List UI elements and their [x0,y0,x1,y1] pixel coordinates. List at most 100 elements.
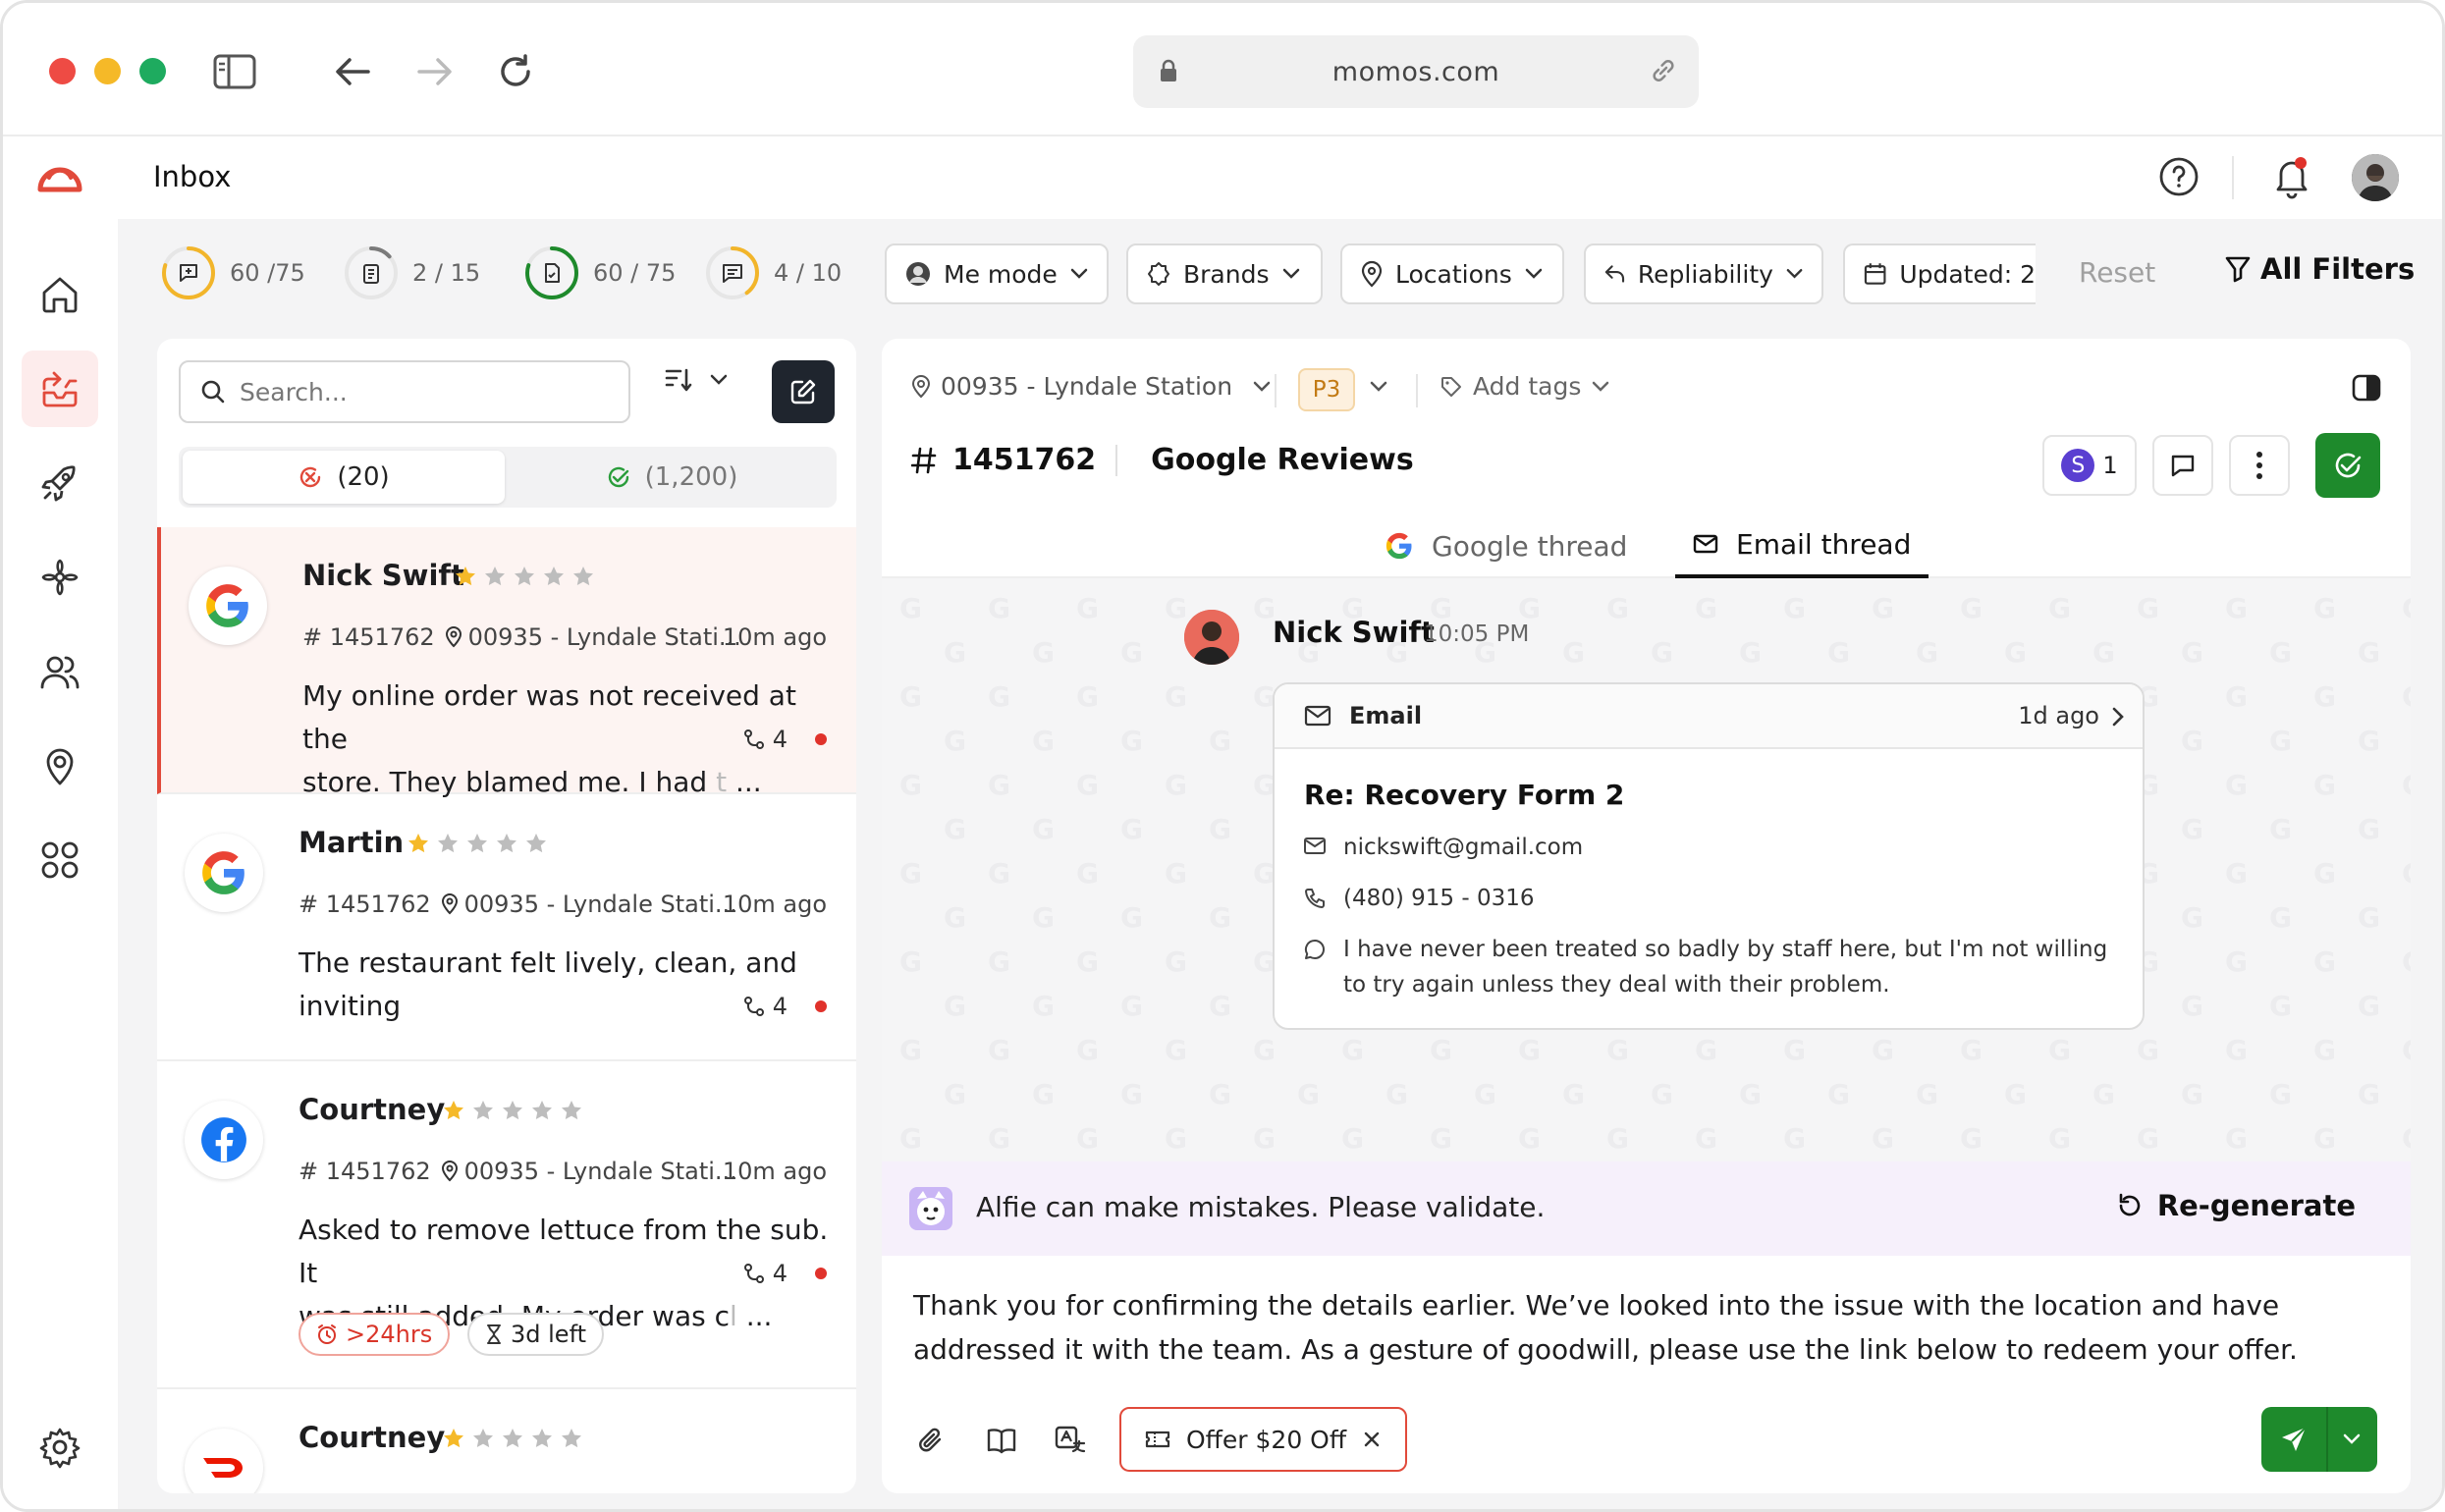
add-tags-button[interactable]: Add tags [1440,372,1610,401]
counter-approved[interactable]: 60 / 75 [524,244,676,301]
priority-badge[interactable]: P3 [1298,368,1355,411]
resolve-button[interactable] [2315,433,2380,498]
star-icon [497,834,516,853]
reload-icon[interactable] [490,46,541,97]
panel-toggle-icon[interactable] [2352,374,2381,402]
chevron-right-icon[interactable] [2111,706,2125,728]
offer-label: Offer $20 Off [1186,1425,1347,1454]
back-arrow-icon[interactable] [327,46,378,97]
chevron-down-icon[interactable] [1369,380,1388,394]
star-icon [456,567,475,586]
location-selector[interactable]: 00935 - Lyndale Station [911,372,1272,401]
counter-drafts[interactable]: 2 / 15 [344,244,480,301]
conversation-card[interactable]: Martin # 1451762 00935 - Lyndale Stati..… [157,794,856,1061]
sidebar-toggle-icon[interactable] [209,46,260,97]
counter-replies[interactable]: 4 / 10 [705,244,842,301]
sidebar-item-users[interactable] [22,633,98,710]
tab-google-thread[interactable]: Google thread [1385,513,1627,578]
home-icon [42,277,78,313]
counter-label: 60 / 75 [593,259,677,287]
sidebar-item-inbox[interactable] [22,351,98,427]
address-bar[interactable]: momos.com [1133,35,1699,108]
unread-dot [815,1000,827,1012]
offer-chip[interactable]: Offer $20 Off [1119,1407,1408,1472]
tab-email-thread[interactable]: Email thread [1675,513,1929,578]
locations-filter[interactable]: Locations [1340,243,1564,304]
sidebar-item-apps[interactable] [22,822,98,898]
me-mode-filter[interactable]: Me mode [885,243,1109,304]
url-text: momos.com [1331,56,1500,87]
star-icon [444,1101,463,1120]
mail-icon [1693,534,1718,554]
divider [1115,444,1118,476]
star-icon [503,1429,522,1448]
reply-textarea[interactable]: Thank you for confirming the details ear… [913,1283,2376,1372]
attach-button[interactable] [909,1419,952,1462]
reset-filters-button[interactable]: Reset [2079,256,2155,289]
ticket-meta: # 1451762 00935 - Lyndale Stati... [299,891,737,918]
brand-logo-icon[interactable] [35,156,84,195]
reply-arrow-icon [1604,265,1625,283]
star-icon [473,1101,493,1120]
sort-button[interactable] [664,366,729,394]
regenerate-button[interactable]: Re-generate [2116,1189,2356,1222]
refresh-icon [2119,1193,2141,1216]
phone-row: (480) 915 - 0316 [1304,881,1535,916]
forward-arrow-icon[interactable] [409,46,461,97]
brands-filter[interactable]: Brands [1126,243,1323,304]
send-button[interactable] [2261,1407,2328,1472]
sidebar-item-locations[interactable] [22,728,98,804]
compose-button[interactable] [772,360,835,423]
thread-count: 4 [743,993,827,1020]
filter-label: Locations [1395,259,1512,289]
hash-icon [911,447,937,473]
comment-button[interactable] [2152,435,2213,496]
location-pin-icon [911,374,931,398]
conversation-card[interactable]: Courtney # 1451762 00935 - Lyndale Stati… [157,1061,856,1389]
email-message-card[interactable]: Email 1d ago Re: Recovery Form 2 nickswi… [1273,682,2145,1030]
sidebar-item-flower[interactable] [22,539,98,616]
location-name: 00935 - Lyndale Station [941,372,1233,401]
send-options-button[interactable] [2328,1407,2375,1472]
star-icon [562,1101,581,1120]
alarm-clock-icon [318,1324,336,1344]
sort-icon [665,368,692,392]
sidebar-item-rocket[interactable] [22,445,98,521]
notification-bell-icon[interactable] [2271,154,2314,199]
help-icon[interactable] [2158,156,2200,197]
knowledge-base-button[interactable] [980,1419,1023,1462]
updated-filter[interactable]: Updated: 2 [1843,243,2036,304]
speech-bubble-icon [1304,939,1325,959]
chevron-down-icon [1253,381,1271,392]
conversation-card[interactable]: Nick Swift # 1451762 00935 - Lyndale Sta… [157,527,856,798]
link-icon[interactable] [1648,55,1679,86]
repliability-filter[interactable]: Repliability [1584,243,1823,304]
close-window-button[interactable] [49,58,76,84]
counter-label: 4 / 10 [774,259,842,287]
all-filters-button[interactable]: All Filters [2225,252,2415,286]
user-avatar[interactable] [2352,154,2399,201]
translate-button[interactable] [1049,1419,1092,1462]
time-ago: 10m ago [722,1158,827,1185]
search-input[interactable]: Search... [179,360,630,423]
counter-new[interactable]: 60 /75 [161,244,305,301]
counter-label: 60 /75 [230,259,305,287]
location-pin-icon [1361,260,1383,288]
assignee-button[interactable]: S 1 [2042,435,2137,496]
add-tags-label: Add tags [1473,372,1582,401]
time-left-label: 3d left [511,1321,587,1348]
google-logo-icon [189,567,267,645]
tab-open[interactable]: (20) [183,451,505,504]
more-options-button[interactable] [2229,435,2290,496]
tab-open-count: (20) [337,462,390,492]
lock-icon [1159,59,1178,82]
close-icon[interactable] [1362,1430,1382,1449]
maximize-window-button[interactable] [139,58,166,84]
overdue-label: >24hrs [346,1321,433,1348]
conversation-card[interactable]: Courtney [157,1389,856,1493]
sidebar-item-settings[interactable] [22,1409,98,1485]
tab-resolved[interactable]: (1,200) [511,451,833,504]
rocket-icon [41,465,76,502]
sidebar-item-home[interactable] [22,256,98,333]
minimize-window-button[interactable] [94,58,121,84]
